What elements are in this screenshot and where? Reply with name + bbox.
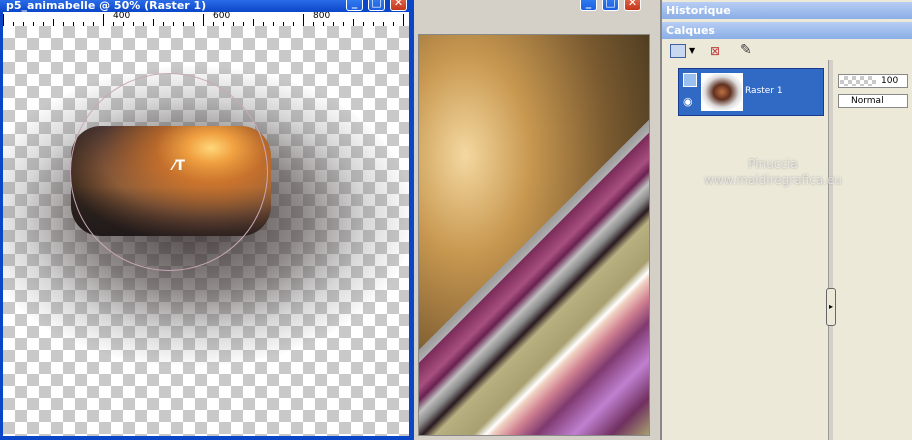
ruler-tick	[53, 19, 54, 26]
maximize-button[interactable]: □	[368, 0, 385, 11]
close-button-2[interactable]: ✕	[624, 0, 641, 11]
opacity-bar	[840, 76, 876, 86]
dropdown-arrow-icon[interactable]: ▼	[689, 46, 695, 55]
historique-label: Historique	[666, 4, 731, 17]
ruler-tick	[153, 19, 154, 26]
canvas-window-titlebar[interactable]: p5_animabelle @ 50% (Raster 1)	[0, 0, 354, 12]
canvas-window-title: p5_animabelle @ 50% (Raster 1)	[6, 0, 207, 12]
blend-mode-value: Normal	[851, 96, 884, 106]
historique-panel-header[interactable]: Historique	[662, 2, 912, 19]
ruler-label-600: 600	[213, 12, 231, 21]
watermark: Pinuccia www.maldiregrafica.eu	[678, 156, 868, 188]
close-button[interactable]: ✕	[390, 0, 407, 11]
ruler-tick	[353, 19, 354, 26]
new-layer-icon[interactable]	[670, 44, 686, 58]
panel-divider[interactable]	[828, 60, 833, 440]
ruler-tick	[253, 19, 254, 26]
maximize-button-2[interactable]: □	[602, 0, 619, 11]
layer-group-icon[interactable]	[683, 73, 697, 87]
watermark-line2: www.maldiregrafica.eu	[704, 173, 842, 187]
ruler-tick	[3, 14, 4, 26]
ruler-tick	[303, 14, 304, 26]
minimize-button-2[interactable]: _	[580, 0, 597, 11]
ruler-label-400: 400	[113, 12, 131, 21]
visibility-eye-icon[interactable]: ◉	[683, 95, 693, 108]
canvas-area[interactable]: ⁄T	[3, 26, 409, 436]
watermark-line1: Pinuccia	[748, 157, 798, 171]
opacity-value: 100	[881, 76, 899, 86]
layers-toolbar: ▼ ⊠ ✎	[666, 40, 766, 64]
calques-label: Calques	[666, 24, 715, 37]
canvas-window: p5_animabelle @ 50% (Raster 1) _ □ ✕ 400…	[0, 0, 414, 440]
selection-circle[interactable]	[70, 73, 268, 271]
ruler-tick	[403, 14, 404, 26]
second-image-window: _ □ ✕	[414, 0, 660, 440]
calques-panel-header[interactable]: Calques	[662, 22, 912, 39]
minimize-button[interactable]: _	[346, 0, 363, 11]
layer-name: Raster 1	[745, 86, 783, 96]
cursor-icon: ⁄T	[173, 158, 185, 174]
edit-brush-icon[interactable]: ✎	[740, 42, 752, 58]
collapse-arrow-icon[interactable]: ▸	[826, 288, 836, 326]
horizontal-ruler[interactable]: 400 600 800	[3, 12, 409, 27]
ruler-label-800: 800	[313, 12, 331, 21]
ruler-tick	[103, 14, 104, 26]
layer-thumbnail	[701, 73, 743, 111]
opacity-field[interactable]: 100	[838, 74, 908, 88]
second-canvas[interactable]	[418, 34, 650, 436]
ruler-tick	[203, 14, 204, 26]
layer-row[interactable]: ◉ Raster 1	[678, 68, 824, 116]
delete-layer-icon[interactable]: ⊠	[710, 44, 726, 58]
blend-mode-select[interactable]: Normal	[838, 94, 908, 108]
right-panels: Historique Calques ▼ ⊠ ✎ ◉ Raster 1 100 …	[660, 0, 912, 440]
